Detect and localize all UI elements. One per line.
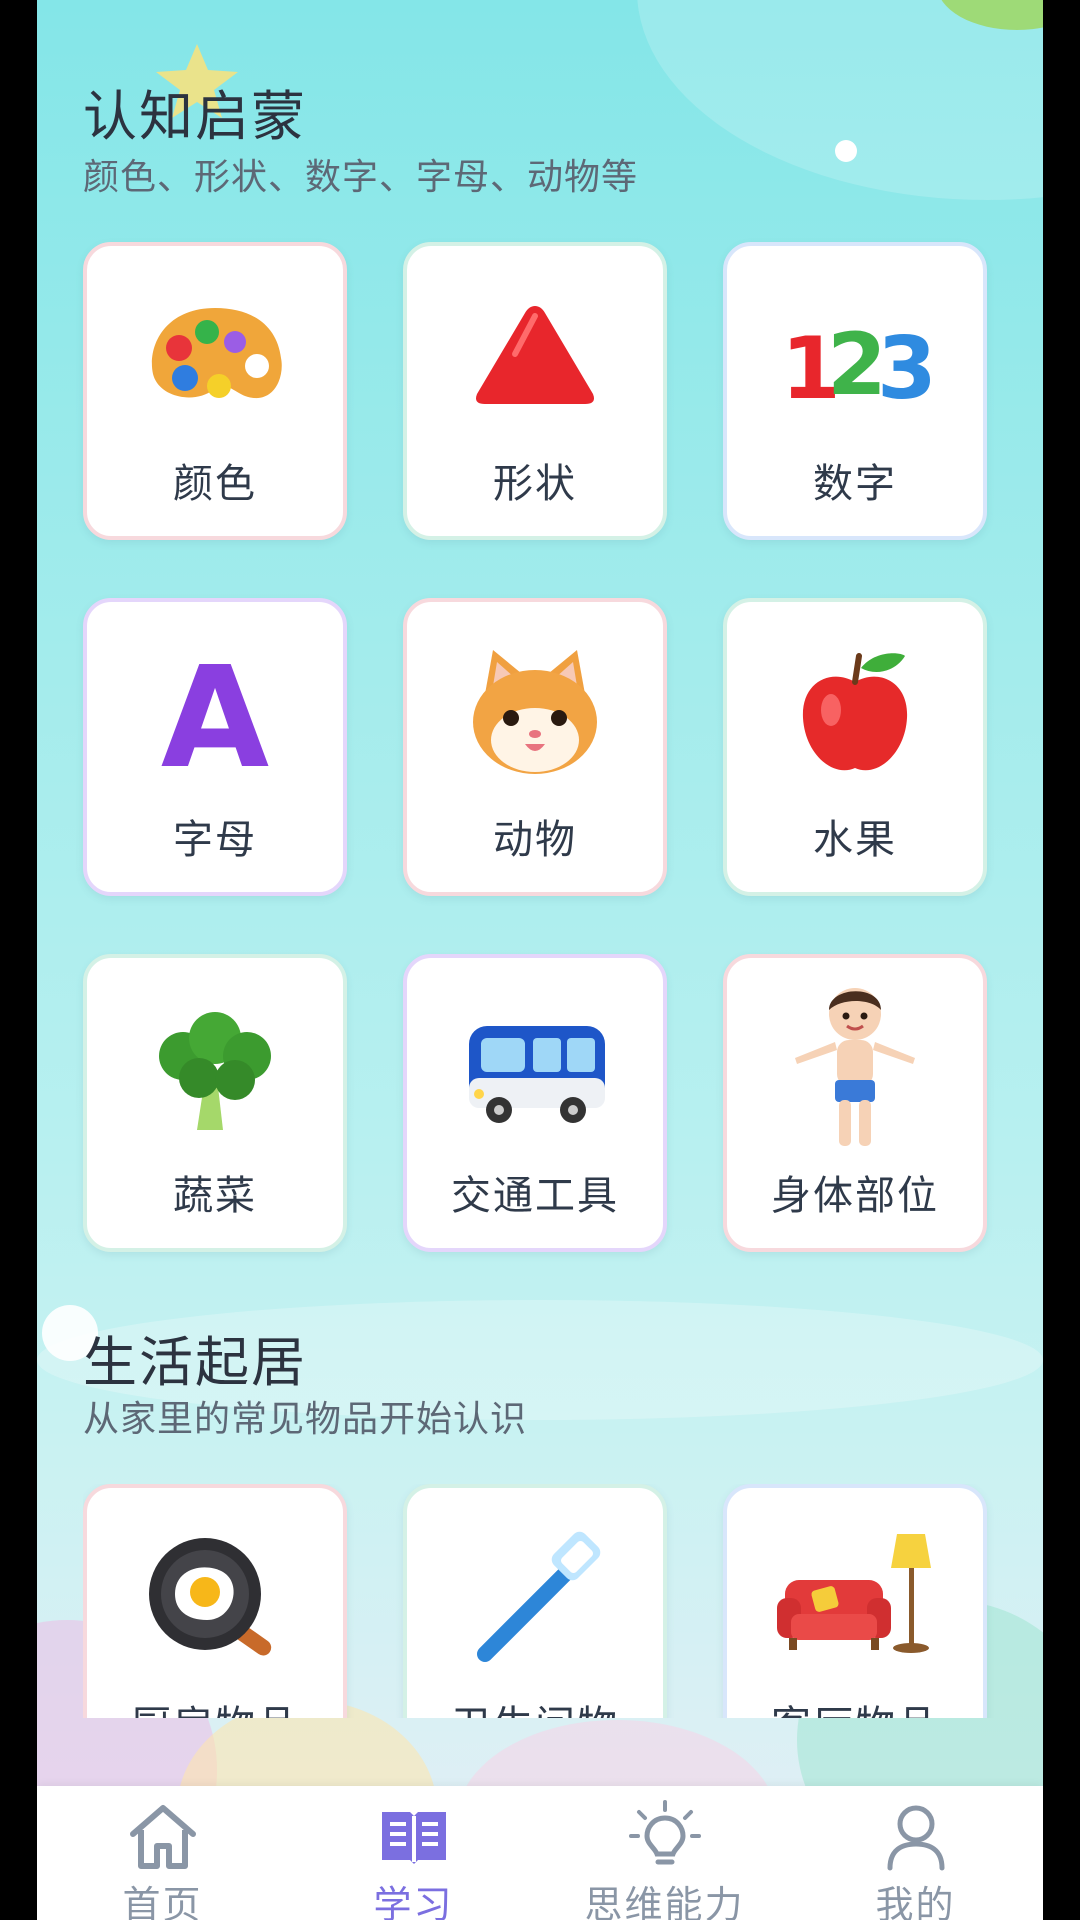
section-subtitle: 颜色、形状、数字、字母、动物等: [83, 157, 639, 198]
category-card-body-parts[interactable]: 身体部位: [723, 954, 987, 1252]
tab-home[interactable]: 首页: [37, 1786, 288, 1920]
broccoli-icon: [135, 998, 295, 1138]
category-card-living-room[interactable]: 客厅物品: [723, 1484, 987, 1718]
book-icon: [374, 1796, 454, 1876]
bottom-navigation: 首页 学习 思维能力 我的: [37, 1786, 1043, 1920]
card-label: 厨房物品: [87, 1693, 343, 1718]
category-card-colors[interactable]: 颜色: [83, 242, 347, 540]
category-card-kitchen[interactable]: 厨房物品: [83, 1484, 347, 1718]
tab-label: 学习: [373, 1883, 454, 1920]
sofa-lamp-icon: [775, 1528, 935, 1668]
decor-dot: [835, 140, 857, 162]
numbers-icon: 1 2 3: [775, 286, 937, 426]
card-label: 交通工具: [451, 1173, 619, 1219]
apple-icon: [775, 642, 935, 782]
cognitive-category-grid: 颜色 形状 1 2 3 数字 A 字母 动物 水果 蔬菜 交通工具 身体部位: [83, 242, 999, 1252]
home-icon: [123, 1796, 203, 1876]
bus-icon: [455, 998, 615, 1138]
card-label: 字母: [173, 817, 257, 863]
category-card-vegetables[interactable]: 蔬菜: [83, 954, 347, 1252]
toothbrush-icon: [455, 1528, 615, 1668]
card-label: 形状: [493, 461, 577, 507]
section-title: 生活起居: [83, 1331, 307, 1394]
tab-learning[interactable]: 学习: [288, 1786, 539, 1920]
card-label: 水果: [813, 817, 897, 863]
daily-life-category-grid: 厨房物品 卫生间物: [83, 1484, 999, 1718]
category-card-animals[interactable]: 动物: [403, 598, 667, 896]
cat-icon: [455, 642, 615, 782]
card-label: 蔬菜: [173, 1173, 257, 1219]
category-card-fruits[interactable]: 水果: [723, 598, 987, 896]
triangle-icon: [455, 286, 615, 426]
section-title: 认知启蒙: [83, 85, 307, 148]
palette-icon: [135, 286, 295, 426]
tab-label: 思维能力: [584, 1883, 745, 1920]
svg-text:3: 3: [877, 319, 935, 419]
tab-thinking[interactable]: 思维能力: [539, 1786, 790, 1920]
boy-icon: [775, 976, 935, 1156]
svg-text:A: A: [161, 642, 269, 782]
tab-label: 首页: [122, 1883, 203, 1920]
category-card-numbers[interactable]: 1 2 3 数字: [723, 242, 987, 540]
card-label: 数字: [813, 461, 897, 507]
category-card-letters[interactable]: A 字母: [83, 598, 347, 896]
background-blob: [637, 0, 1043, 200]
card-label: 卫生间物: [407, 1693, 663, 1718]
category-card-vehicles[interactable]: 交通工具: [403, 954, 667, 1252]
letter-a-icon: A: [135, 637, 295, 800]
person-icon: [876, 1796, 956, 1876]
tab-profile[interactable]: 我的: [790, 1786, 1041, 1920]
card-label: 动物: [493, 817, 577, 863]
category-card-bathroom[interactable]: 卫生间物: [403, 1484, 667, 1718]
category-card-shapes[interactable]: 形状: [403, 242, 667, 540]
frying-pan-icon: [135, 1528, 295, 1668]
card-label: 颜色: [173, 461, 257, 507]
card-label: 身体部位: [771, 1173, 939, 1219]
learning-screen: 认知启蒙 颜色、形状、数字、字母、动物等 颜色 形状 1 2 3 数字 A 字母…: [37, 0, 1043, 1920]
tab-label: 我的: [875, 1883, 956, 1920]
section-subtitle: 从家里的常见物品开始认识: [83, 1399, 528, 1440]
lightbulb-icon: [625, 1796, 705, 1876]
card-label: 客厅物品: [727, 1693, 983, 1718]
